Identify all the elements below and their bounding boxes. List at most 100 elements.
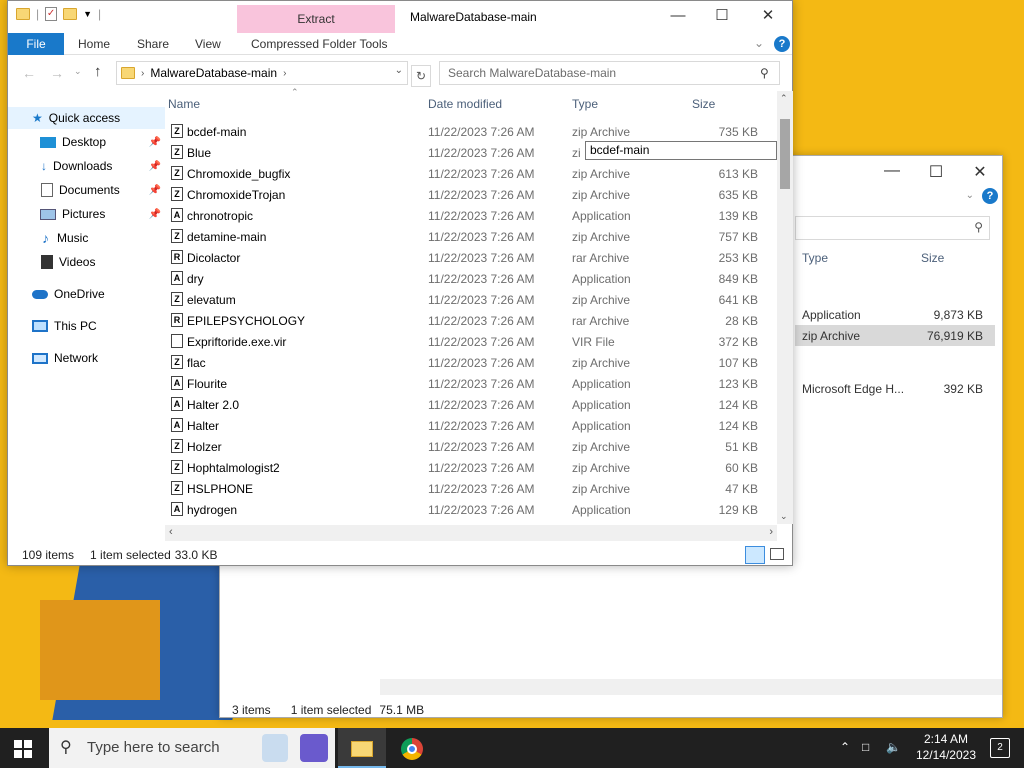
chevron-right-icon[interactable]: › (283, 68, 286, 79)
extract-context-tab[interactable]: Extract (237, 5, 395, 33)
file-row[interactable]: R Dicolactor 11/22/2023 7:26 AM rar Archive… (165, 247, 771, 268)
file-name[interactable]: flac (187, 356, 206, 370)
list-item[interactable]: Microsoft Edge H... 392 KB (795, 378, 995, 399)
chevron-down-icon[interactable]: ⌄ (754, 36, 764, 50)
list-item-selected[interactable]: zip Archive 76,919 KB (795, 325, 995, 346)
show-hidden-icons-icon[interactable]: ⌃ (840, 740, 850, 754)
clock[interactable]: 2:14 AM 12/14/2023 (916, 731, 976, 763)
pin-icon[interactable]: 📌 (149, 185, 161, 196)
refresh-icon[interactable]: ↻ (411, 65, 431, 87)
maximize-icon[interactable]: ☐ (700, 5, 744, 29)
taskbar-search-input[interactable]: Type here to search (49, 728, 335, 768)
column-name[interactable]: Name (168, 97, 200, 111)
column-type[interactable]: Type (802, 251, 828, 265)
file-name[interactable]: bcdef-main (187, 125, 246, 139)
file-row[interactable]: Z Hophtalmologist2 11/22/2023 7:26 AM zip A… (165, 457, 771, 478)
column-size[interactable]: Size (921, 251, 944, 265)
nav-quick-access[interactable]: ★ Quick access (8, 107, 165, 129)
file-row[interactable]: A Halter 2.0 11/22/2023 7:26 AM Application… (165, 394, 771, 415)
scroll-down-icon[interactable]: ⌄ (780, 511, 788, 522)
help-icon[interactable]: ? (982, 188, 998, 204)
back-arrow-icon[interactable]: ← (22, 65, 36, 81)
file-row[interactable]: A Flourite 11/22/2023 7:26 AM Application 12… (165, 373, 771, 394)
maximize-icon[interactable]: ☐ (914, 162, 958, 182)
new-folder-icon[interactable] (63, 8, 78, 20)
scroll-left-icon[interactable]: ‹ (169, 526, 173, 538)
search-highlight-icon[interactable] (262, 734, 288, 762)
help-icon[interactable]: ? (774, 36, 790, 52)
up-arrow-icon[interactable]: ↑ (94, 63, 102, 80)
file-name[interactable]: Halter 2.0 (187, 398, 239, 412)
minimize-icon[interactable]: — (656, 5, 700, 29)
search-highlight-icon-2[interactable] (300, 734, 328, 762)
tab-compressed-folder-tools[interactable]: Compressed Folder Tools (251, 33, 388, 55)
recent-locations-icon[interactable]: ⌄ (74, 66, 82, 77)
large-icons-view-icon[interactable] (770, 548, 784, 560)
file-row[interactable]: Achronotropic 11/22/2023 7:26 AM Applicati… (165, 205, 771, 226)
file-row[interactable]: Adry 11/22/2023 7:26 AM Application 849 KB (165, 268, 771, 289)
file-name[interactable]: Chromoxide_bugfix (187, 167, 290, 181)
file-name[interactable]: elevatum (187, 293, 236, 307)
file-name[interactable]: Halter (187, 419, 219, 433)
horizontal-scrollbar[interactable]: ‹ › (165, 525, 777, 541)
column-type[interactable]: Type (572, 97, 598, 111)
nav-onedrive[interactable]: OneDrive (8, 283, 165, 305)
file-name[interactable]: hydrogen (187, 503, 237, 517)
nav-desktop[interactable]: Desktop 📌 (8, 131, 165, 153)
tab-file[interactable]: File (8, 33, 64, 55)
pin-icon[interactable]: 📌 (149, 209, 161, 220)
explorer-window[interactable]: | ✓ ▼ | Extract MalwareDatabase-main — ☐… (7, 0, 793, 566)
scroll-right-icon[interactable]: › (769, 526, 773, 538)
tab-share[interactable]: Share (137, 33, 169, 55)
file-row[interactable]: Zelevatum 11/22/2023 7:26 AM zip Archive 64… (165, 289, 771, 310)
minimize-icon[interactable]: — (870, 162, 914, 180)
nav-videos[interactable]: Videos (8, 251, 165, 273)
taskbar-file-explorer[interactable] (338, 728, 386, 768)
customize-qat-icon[interactable]: ▼ (83, 9, 92, 19)
vertical-scrollbar[interactable]: ⌃ ⌄ (777, 91, 793, 524)
file-row[interactable]: Zbcdef-main 11/22/2023 7:26 AM zip Archive… (165, 121, 771, 142)
file-row[interactable]: A Halter 11/22/2023 7:26 AM Application 124 … (165, 415, 771, 436)
column-date-modified[interactable]: Date modified (428, 97, 502, 111)
file-name[interactable]: detamine-main (187, 230, 266, 244)
address-dropdown-icon[interactable]: ⌄ (395, 65, 403, 76)
file-name[interactable]: Hophtalmologist2 (187, 461, 280, 475)
address-path[interactable]: MalwareDatabase-main (150, 66, 277, 80)
file-name[interactable]: ChromoxideTrojan (187, 188, 285, 202)
tab-view[interactable]: View (195, 33, 221, 55)
file-name[interactable]: HSLPHONE (187, 482, 253, 496)
title-bar[interactable]: | ✓ ▼ | Extract MalwareDatabase-main — ☐… (8, 1, 792, 33)
file-name[interactable]: Expriftoride.exe.vir (187, 335, 286, 349)
file-row[interactable]: Z ChromoxideTrojan 11/22/2023 7:26 AM zip A… (165, 184, 771, 205)
file-name[interactable]: Holzer (187, 440, 222, 454)
file-row[interactable]: Expriftoride.exe.vir 11/22/2023 7:26 AM VI… (165, 331, 771, 352)
pin-icon[interactable]: 📌 (149, 137, 161, 148)
file-name[interactable]: dry (187, 272, 204, 286)
address-box[interactable]: › MalwareDatabase-main › ⌄ (116, 61, 408, 85)
nav-network[interactable]: Network (8, 347, 165, 369)
file-row[interactable]: Zdetamine-main 11/22/2023 7:26 AM zip Arch… (165, 226, 771, 247)
tab-home[interactable]: Home (78, 33, 110, 55)
volume-icon[interactable]: 🔈 (886, 740, 901, 754)
file-row[interactable]: R EPILEPSYCHOLOGY 11/22/2023 7:26 AM rar Ar… (165, 310, 771, 331)
pin-icon[interactable]: 📌 (149, 161, 161, 172)
search-input[interactable]: Search MalwareDatabase-main (439, 61, 780, 85)
file-name[interactable]: chronotropic (187, 209, 253, 223)
file-name[interactable]: Blue (187, 146, 211, 160)
network-status-icon[interactable]: □ (862, 740, 869, 754)
file-row[interactable]: Z HSLPHONE 11/22/2023 7:26 AM zip Archive 47… (165, 478, 771, 499)
nav-downloads[interactable]: ↓ Downloads 📌 (8, 155, 165, 177)
file-row[interactable]: Zflac 11/22/2023 7:26 AM zip Archive 107 KB (165, 352, 771, 373)
properties-icon[interactable]: ✓ (45, 7, 58, 21)
horizontal-scrollbar[interactable] (380, 679, 1002, 695)
list-item[interactable]: Application 9,873 KB (795, 304, 995, 325)
close-icon[interactable]: ✕ (746, 5, 790, 29)
notifications-icon[interactable]: 2 (990, 738, 1010, 758)
search-input[interactable]: ⚲ (795, 216, 990, 240)
file-row[interactable]: Z Chromoxide_bugfix 11/22/2023 7:26 AM zip … (165, 163, 771, 184)
scroll-thumb[interactable] (780, 119, 790, 189)
file-row[interactable]: Z Holzer 11/22/2023 7:26 AM zip Archive 51 K… (165, 436, 771, 457)
nav-pictures[interactable]: Pictures 📌 (8, 203, 165, 225)
details-view-icon[interactable] (745, 546, 765, 564)
file-row[interactable]: Ahydrogen 11/22/2023 7:26 AM Application 12… (165, 499, 771, 520)
